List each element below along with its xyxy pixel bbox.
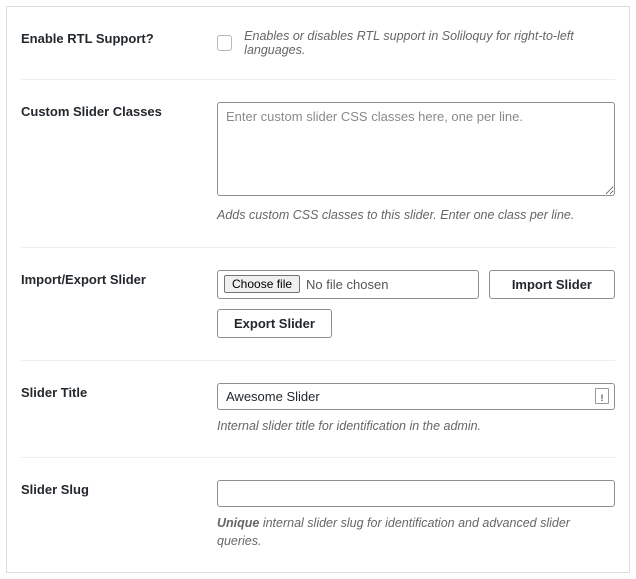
slider-slug-helper: Unique internal slider slug for identifi… [217,515,615,550]
slider-slug-input[interactable] [217,480,615,507]
row-custom-classes: Custom Slider Classes Adds custom CSS cl… [21,80,615,248]
settings-panel: Enable RTL Support? Enables or disables … [6,6,630,573]
file-chosen-status: No file chosen [306,277,388,292]
row-slider-title: Slider Title Internal slider title for i… [21,361,615,459]
custom-classes-label: Custom Slider Classes [21,102,217,119]
alert-icon [595,388,609,404]
rtl-label: Enable RTL Support? [21,29,217,46]
slider-title-label: Slider Title [21,383,217,400]
file-input-box[interactable]: Choose file No file chosen [217,270,479,299]
custom-classes-helper: Adds custom CSS classes to this slider. … [217,207,615,225]
rtl-checkbox[interactable] [217,35,232,51]
slider-title-helper: Internal slider title for identification… [217,418,615,436]
export-slider-button[interactable]: Export Slider [217,309,332,338]
row-slider-slug: Slider Slug Unique internal slider slug … [21,458,615,572]
slug-helper-bold: Unique [217,516,259,530]
custom-classes-textarea[interactable] [217,102,615,196]
choose-file-button[interactable]: Choose file [224,275,300,293]
import-export-label: Import/Export Slider [21,270,217,287]
row-rtl-support: Enable RTL Support? Enables or disables … [21,7,615,80]
slider-title-input[interactable] [217,383,615,410]
row-import-export: Import/Export Slider Choose file No file… [21,248,615,361]
slug-helper-rest: internal slider slug for identification … [217,516,570,548]
import-slider-button[interactable]: Import Slider [489,270,615,299]
rtl-helper: Enables or disables RTL support in Solil… [244,29,615,57]
slider-slug-label: Slider Slug [21,480,217,497]
